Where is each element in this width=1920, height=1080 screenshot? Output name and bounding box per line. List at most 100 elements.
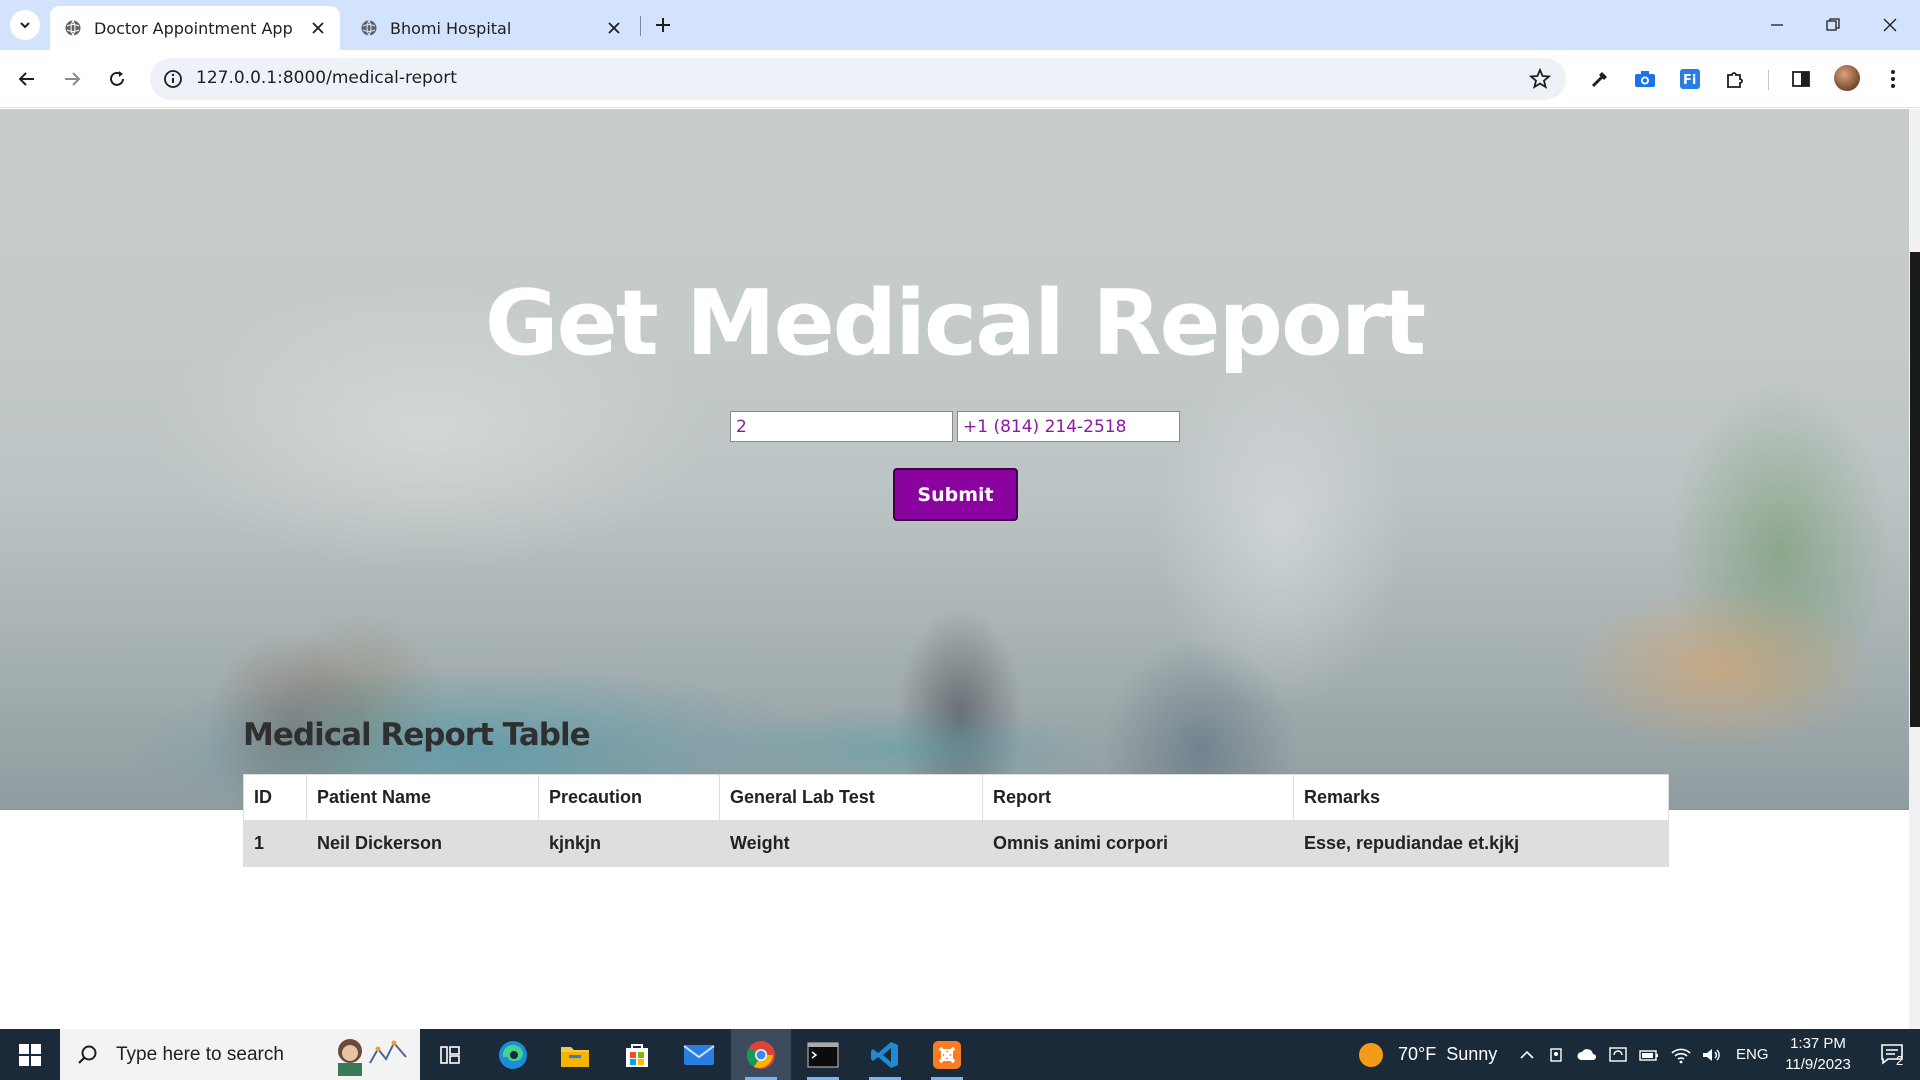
site-info-icon[interactable]: [162, 68, 184, 90]
vscode-icon: [871, 1041, 898, 1068]
table-cell: kjnkjn: [538, 820, 720, 867]
more-menu-icon[interactable]: [1878, 64, 1908, 94]
wifi-icon[interactable]: [1670, 1046, 1692, 1064]
task-view-button[interactable]: [420, 1029, 480, 1080]
profile-avatar[interactable]: [1834, 65, 1860, 91]
reload-icon: [110, 71, 124, 86]
battery-icon[interactable]: [1638, 1047, 1660, 1063]
page-title: Get Medical Report: [484, 271, 1426, 376]
clock-date: 11/9/2023: [1785, 1056, 1851, 1073]
table-cell: Esse, repudiandae et.kjkj: [1293, 820, 1669, 867]
tray-icons: ENG: [1518, 1029, 1769, 1080]
browser-tab-strip: Doctor Appointment App Bhomi Hospital: [0, 0, 1920, 50]
notification-count: 2: [1896, 1053, 1904, 1068]
reload-button[interactable]: [100, 62, 134, 96]
table-cell: 1: [243, 820, 307, 867]
terminal-icon: [807, 1041, 839, 1068]
windows-taskbar: Type here to search 70°F Sunny ENG 1:37 …: [0, 1029, 1920, 1080]
url-text: 127.0.0.1:8000/medical-report: [196, 68, 457, 88]
camera-extension-icon[interactable]: [1630, 64, 1660, 94]
windows-logo-icon: [19, 1043, 41, 1066]
scrollbar-thumb[interactable]: [1910, 252, 1920, 727]
search-highlight-illustration-icon: [338, 1039, 407, 1076]
close-tab-icon[interactable]: [306, 16, 330, 40]
taskbar-xampp[interactable]: [917, 1029, 977, 1080]
report-table-title: Medical Report Table: [243, 717, 591, 753]
taskbar-mail[interactable]: [669, 1029, 729, 1080]
phone-input[interactable]: [957, 411, 1180, 442]
notification-center-button[interactable]: 2: [1866, 1029, 1920, 1080]
volume-icon[interactable]: [1700, 1046, 1722, 1064]
column-header: Report: [982, 774, 1294, 821]
chrome-icon: [747, 1040, 775, 1069]
table-cell: Neil Dickerson: [306, 820, 539, 867]
tab-title: Doctor Appointment App: [94, 18, 293, 38]
submit-button[interactable]: Submit: [893, 468, 1018, 521]
minimize-icon: [1771, 24, 1783, 26]
hero-section: Get Medical Report Submit: [0, 109, 1909, 810]
task-view-icon: [440, 1045, 460, 1064]
taskbar-terminal[interactable]: [793, 1029, 853, 1080]
close-tab-icon[interactable]: [602, 16, 626, 40]
eyedropper-extension-icon[interactable]: [1585, 64, 1615, 94]
clock-time: 1:37 PM: [1790, 1035, 1846, 1052]
globe-icon: [361, 20, 377, 36]
address-bar[interactable]: 127.0.0.1:8000/medical-report: [150, 58, 1566, 100]
weather-temp: 70°F: [1398, 1044, 1437, 1064]
taskbar-vscode[interactable]: [855, 1029, 915, 1080]
column-header: Patient Name: [306, 774, 539, 821]
new-tab-button[interactable]: [650, 12, 676, 38]
restore-icon: [1826, 18, 1840, 31]
taskbar-file-explorer[interactable]: [545, 1029, 605, 1080]
forward-button[interactable]: [55, 62, 89, 96]
tab-doctor-appointment[interactable]: Doctor Appointment App: [50, 6, 340, 50]
language-indicator[interactable]: ENG: [1736, 1046, 1769, 1063]
onedrive-cloud-icon[interactable]: [1576, 1046, 1598, 1064]
globe-icon: [65, 20, 81, 36]
tab-search-button[interactable]: [10, 10, 40, 40]
table-cell: Weight: [719, 820, 983, 867]
side-panel-icon[interactable]: [1786, 64, 1816, 94]
minimize-button[interactable]: [1760, 8, 1794, 42]
column-header: Remarks: [1293, 774, 1669, 821]
browser-toolbar: 127.0.0.1:8000/medical-report Fi: [0, 50, 1920, 108]
bookmark-star-icon[interactable]: [1528, 67, 1552, 91]
toolbar-separator: [1768, 70, 1769, 90]
back-arrow-icon: [18, 72, 34, 86]
taskbar-store[interactable]: [607, 1029, 667, 1080]
folder-icon: [561, 1046, 589, 1067]
taskbar-chrome[interactable]: [731, 1029, 791, 1080]
table-cell: Omnis animi corpori: [982, 820, 1294, 867]
column-header: General Lab Test: [719, 774, 983, 821]
id-input[interactable]: [730, 411, 953, 442]
xampp-icon: [933, 1040, 961, 1069]
page-viewport: Get Medical Report Submit Medical Report…: [0, 109, 1909, 1029]
taskbar-search[interactable]: Type here to search: [60, 1029, 420, 1080]
weather-widget[interactable]: 70°F Sunny: [1358, 1029, 1497, 1080]
store-icon: [626, 1043, 648, 1067]
column-header: Precaution: [538, 774, 720, 821]
plus-icon: [656, 18, 670, 32]
start-button[interactable]: [0, 1029, 60, 1080]
update-icon[interactable]: [1608, 1046, 1628, 1064]
taskbar-edge[interactable]: [483, 1029, 543, 1080]
fi-extension-icon[interactable]: Fi: [1675, 64, 1705, 94]
table-header-row: ID Patient Name Precaution General Lab T…: [243, 774, 1669, 821]
tab-title: Bhomi Hospital: [390, 18, 512, 38]
sun-icon: [1359, 1042, 1383, 1067]
medical-report-table: ID Patient Name Precaution General Lab T…: [243, 774, 1669, 867]
meet-now-icon[interactable]: [1548, 1046, 1566, 1064]
chevron-up-icon[interactable]: [1518, 1046, 1536, 1064]
tab-bhomi-hospital[interactable]: Bhomi Hospital: [346, 6, 636, 50]
weather-condition: Sunny: [1446, 1044, 1498, 1064]
back-button[interactable]: [10, 62, 44, 96]
forward-arrow-icon: [65, 72, 81, 86]
table-row: 1 Neil Dickerson kjnkjn Weight Omnis ani…: [243, 820, 1669, 867]
taskbar-clock[interactable]: 1:37 PM 11/9/2023: [1770, 1033, 1866, 1075]
restore-button[interactable]: [1816, 8, 1850, 42]
search-icon: [74, 1041, 102, 1069]
extensions-puzzle-icon[interactable]: [1720, 64, 1750, 94]
close-window-button[interactable]: [1873, 8, 1907, 42]
column-header: ID: [243, 774, 307, 821]
chevron-down-icon: [20, 22, 30, 29]
